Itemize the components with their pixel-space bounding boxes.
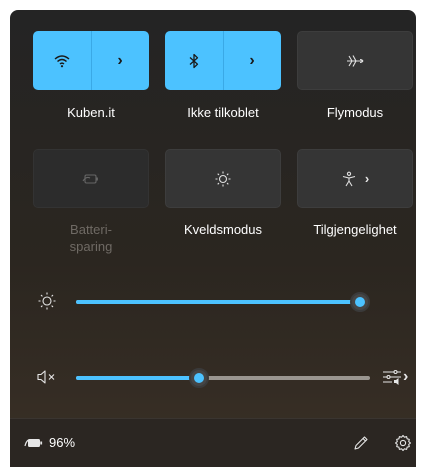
quick-settings-panel: › › Kuben.it Ikke tilkoblet Flymodus › B… <box>10 10 416 467</box>
speaker-muted-icon[interactable] <box>36 369 58 385</box>
battery-saver-tile-label: Batteri- sparing <box>69 222 113 254</box>
wifi-tile-label: Kuben.it <box>67 105 115 120</box>
bluetooth-tile[interactable]: › <box>165 31 281 90</box>
chevron-right-icon: › <box>364 171 370 186</box>
accessibility-tile[interactable]: › <box>297 149 413 208</box>
battery-percent: 96% <box>49 435 76 450</box>
night-light-icon <box>215 171 231 186</box>
quick-settings-footer: 96% <box>10 418 416 467</box>
bluetooth-toggle[interactable] <box>165 31 223 90</box>
brightness-slider-thumb[interactable] <box>350 292 370 312</box>
chevron-right-icon: › <box>117 51 123 69</box>
bluetooth-tile-label: Ikke tilkoblet <box>187 105 259 120</box>
pencil-icon[interactable] <box>353 435 369 451</box>
brightness-icon <box>38 292 56 310</box>
audio-output-icon <box>383 369 401 385</box>
battery-charging-icon <box>24 438 43 447</box>
battery-saver-icon <box>82 173 98 184</box>
bluetooth-icon <box>189 53 199 68</box>
wifi-tile[interactable]: › <box>33 31 149 90</box>
gear-icon[interactable] <box>394 434 412 452</box>
brightness-slider-row <box>10 286 416 316</box>
chevron-right-icon: › <box>249 51 255 69</box>
volume-slider-row: › <box>10 362 416 392</box>
chevron-right-icon: › <box>403 368 409 385</box>
audio-output-button[interactable]: › <box>382 366 414 388</box>
airplane-mode-tile[interactable] <box>297 31 413 90</box>
wifi-icon <box>54 54 70 67</box>
accessibility-icon <box>342 171 355 186</box>
airplane-mode-tile-label: Flymodus <box>326 105 384 120</box>
wifi-toggle[interactable] <box>33 31 91 90</box>
wifi-expand-button[interactable]: › <box>91 31 149 90</box>
volume-slider-fill <box>76 376 199 380</box>
volume-slider-thumb[interactable] <box>189 368 209 388</box>
night-light-tile-label: Kveldsmodus <box>183 222 263 237</box>
airplane-icon <box>347 54 364 67</box>
accessibility-tile-label: Tilgjengelighet <box>313 222 397 237</box>
brightness-slider-fill <box>76 300 360 304</box>
battery-status[interactable]: 96% <box>24 435 75 450</box>
battery-saver-tile[interactable] <box>33 149 149 208</box>
night-light-tile[interactable] <box>165 149 281 208</box>
bluetooth-expand-button[interactable]: › <box>223 31 281 90</box>
